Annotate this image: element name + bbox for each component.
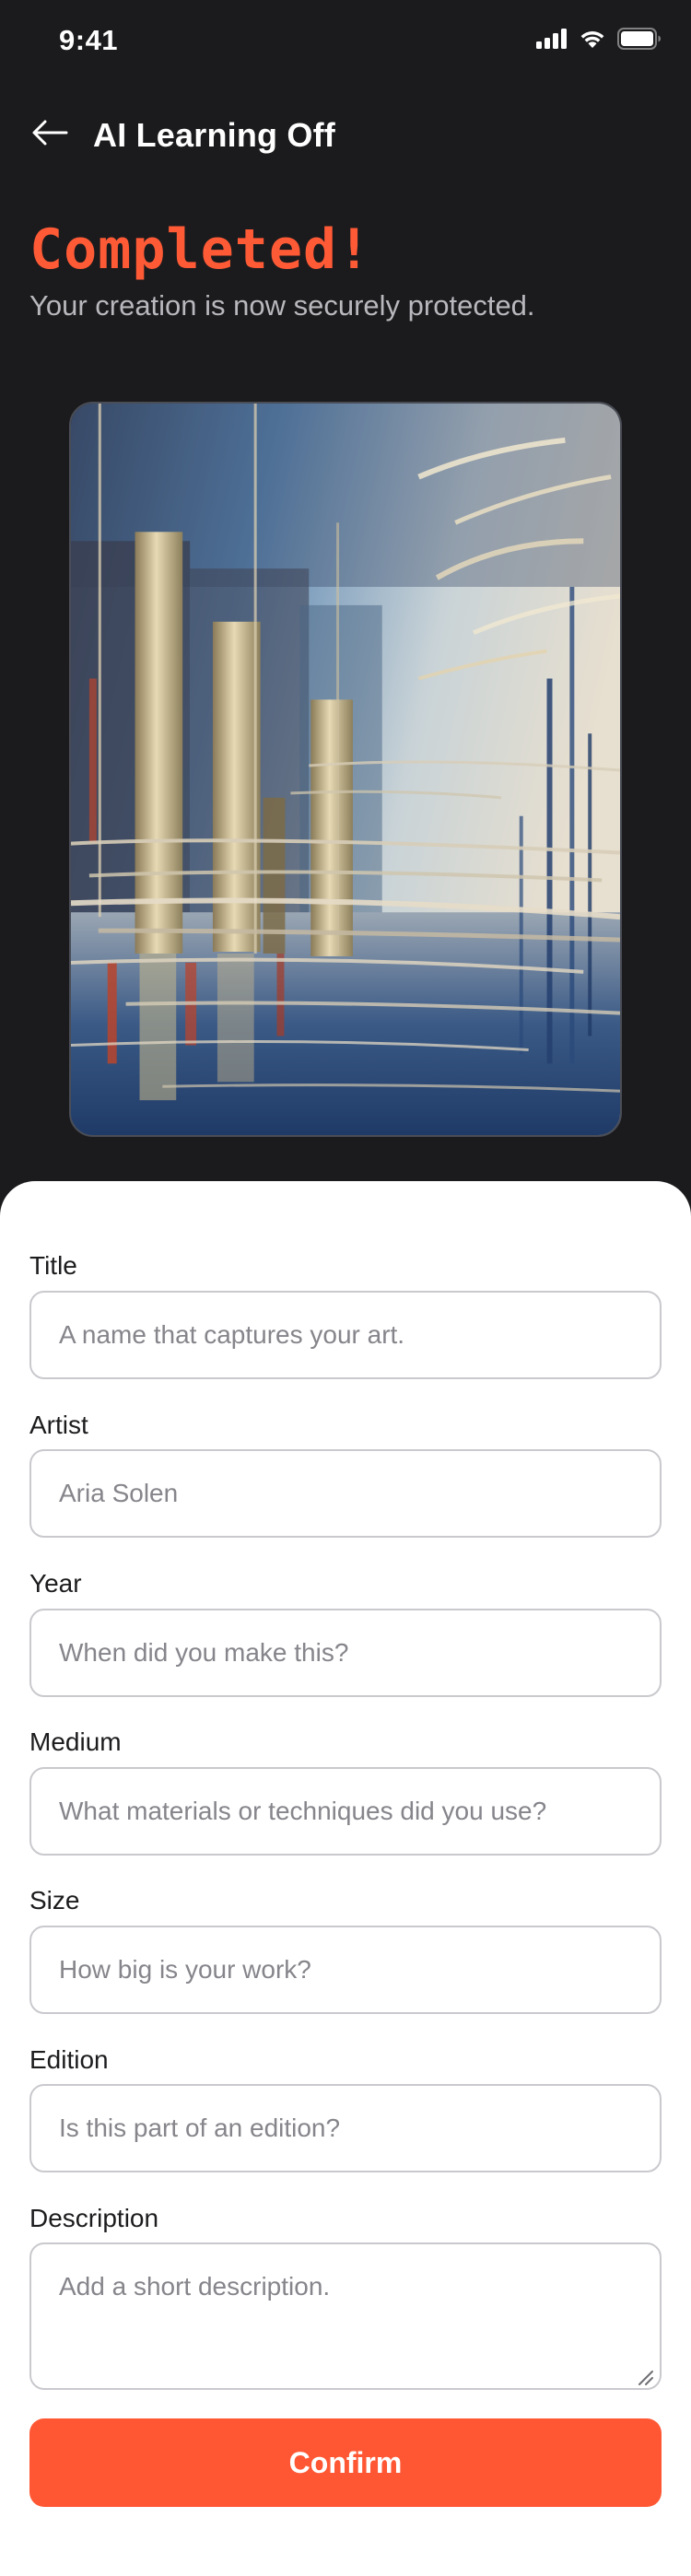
confirm-button[interactable]: Confirm	[29, 2418, 662, 2507]
edition-input[interactable]	[29, 2084, 662, 2172]
status-time: 9:41	[59, 24, 119, 56]
details-form-sheet: Title Artist Year Medium Size Edition De…	[0, 1181, 691, 2576]
status-bar: 9:41	[0, 0, 691, 81]
description-textarea[interactable]	[29, 2242, 662, 2390]
back-button[interactable]	[20, 107, 79, 162]
battery-icon	[617, 28, 662, 54]
artwork-image	[69, 402, 622, 1137]
year-label: Year	[29, 1569, 82, 1598]
top-nav: AI Learning Off	[0, 101, 691, 166]
resize-handle-icon[interactable]	[634, 2366, 654, 2386]
completed-heading: Completed!	[29, 217, 372, 282]
page-title: AI Learning Off	[93, 116, 335, 154]
edition-label: Edition	[29, 2045, 109, 2074]
medium-input[interactable]	[29, 1767, 662, 1856]
description-label: Description	[29, 2204, 159, 2232]
status-icons	[536, 28, 662, 54]
size-input[interactable]	[29, 1926, 662, 2014]
cellular-signal-icon	[536, 29, 568, 53]
arrow-left-icon	[31, 119, 68, 151]
title-label: Title	[29, 1251, 77, 1280]
completed-subtitle: Your creation is now securely protected.	[29, 289, 535, 322]
medium-label: Medium	[29, 1727, 122, 1756]
year-input[interactable]	[29, 1609, 662, 1697]
size-label: Size	[29, 1886, 80, 1914]
title-input[interactable]	[29, 1291, 662, 1379]
artist-input[interactable]	[29, 1449, 662, 1538]
wifi-icon	[579, 29, 606, 53]
artist-label: Artist	[29, 1411, 88, 1439]
